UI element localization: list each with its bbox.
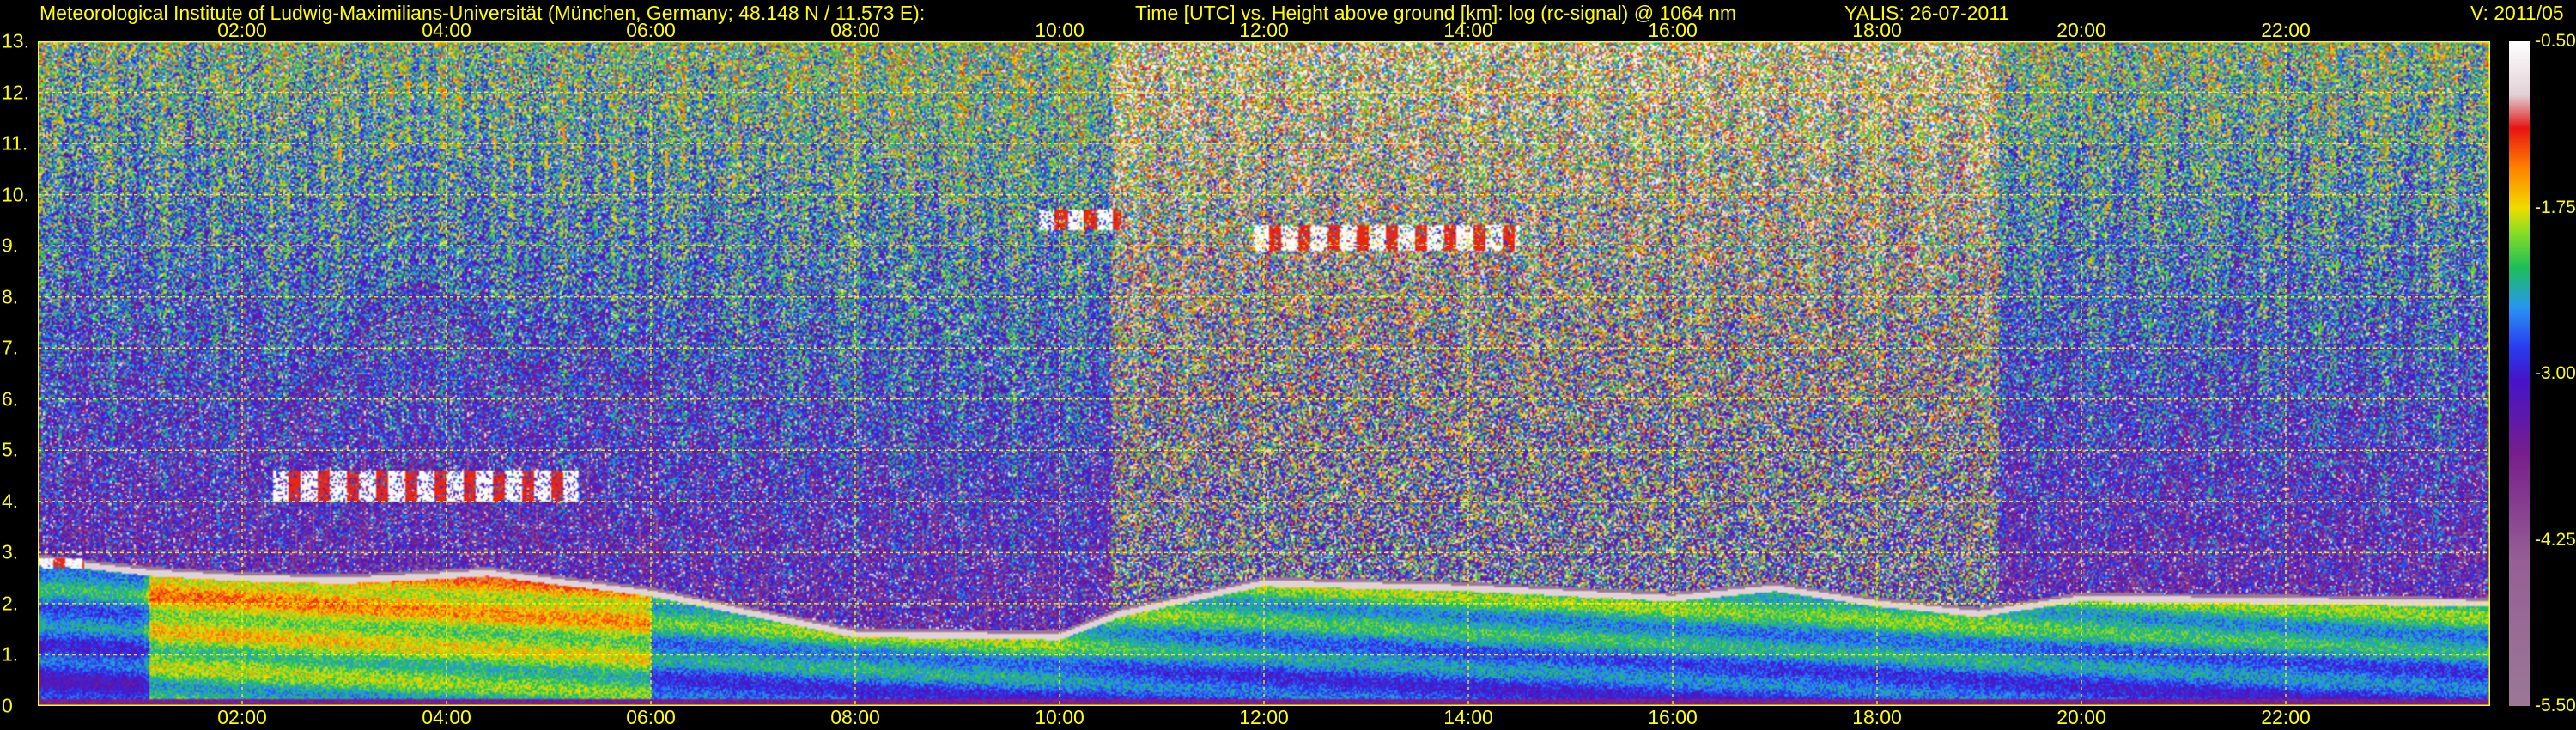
colorbar-tick-label: -1.75 [2535, 197, 2576, 217]
x-tick-label-bottom: 04:00 [422, 706, 471, 728]
x-tick-label-top: 16:00 [1648, 19, 1698, 41]
y-tick-label: 11. [2, 131, 28, 155]
y-tick-label: 2. [2, 592, 19, 615]
x-tick-label-top: 20:00 [2057, 19, 2106, 41]
x-tick-label-top: 14:00 [1443, 19, 1493, 41]
y-tick-label: 13. [2, 29, 29, 52]
header-institute: Meteorological Institute of Ludwig-Maxim… [39, 2, 926, 24]
x-tick-label-bottom: 20:00 [2057, 706, 2106, 728]
x-tick-label-bottom: 12:00 [1239, 706, 1289, 728]
x-tick-label-bottom: 14:00 [1443, 706, 1493, 728]
x-tick-label-top: 12:00 [1239, 19, 1289, 41]
colorbar-tick-label: -5.50 [2535, 696, 2576, 715]
plot-overlay [38, 41, 2490, 706]
x-tick-label-top: 02:00 [217, 19, 267, 41]
x-tick-label-top: 06:00 [626, 19, 676, 41]
x-tick-label-bottom: 16:00 [1648, 706, 1698, 728]
y-tick-label: 5. [2, 438, 19, 461]
y-tick-label: 8. [2, 285, 19, 308]
x-tick-label-bottom: 06:00 [626, 706, 676, 728]
x-tick-label-top: 04:00 [422, 19, 471, 41]
y-tick-label: 9. [2, 234, 19, 257]
colorbar-gradient [2509, 41, 2530, 706]
y-tick-label: 4. [2, 490, 19, 513]
colorbar-tick-label: -0.50 [2535, 31, 2576, 51]
y-tick-label: 6. [2, 387, 19, 411]
y-tick-label: 10. [2, 183, 29, 206]
x-tick-label-bottom: 08:00 [830, 706, 880, 728]
lidar-heatmap-plot [38, 41, 2490, 706]
colorbar-tick-label: -3.00 [2535, 363, 2576, 383]
header-version: V: 2011/05 [2470, 2, 2564, 24]
y-tick-label: 1. [2, 642, 19, 666]
colorbar-tick-label: -4.25 [2535, 529, 2576, 550]
x-tick-label-bottom: 22:00 [2261, 706, 2311, 728]
x-tick-label-top: 10:00 [1035, 19, 1084, 41]
y-tick-label: 12. [2, 81, 29, 104]
y-tick-label: 0 [2, 694, 13, 717]
header-title: Time [UTC] vs. Height above ground [km]:… [1135, 2, 1736, 24]
y-tick-label: 7. [2, 336, 19, 359]
x-tick-label-bottom: 18:00 [1852, 706, 1902, 728]
x-tick-label-top: 18:00 [1852, 19, 1902, 41]
x-tick-label-bottom: 02:00 [217, 706, 267, 728]
x-tick-label-top: 08:00 [830, 19, 880, 41]
colorbar [2509, 41, 2530, 706]
y-tick-label: 3. [2, 540, 19, 563]
x-tick-label-bottom: 10:00 [1035, 706, 1084, 728]
x-tick-label-top: 22:00 [2261, 19, 2311, 41]
